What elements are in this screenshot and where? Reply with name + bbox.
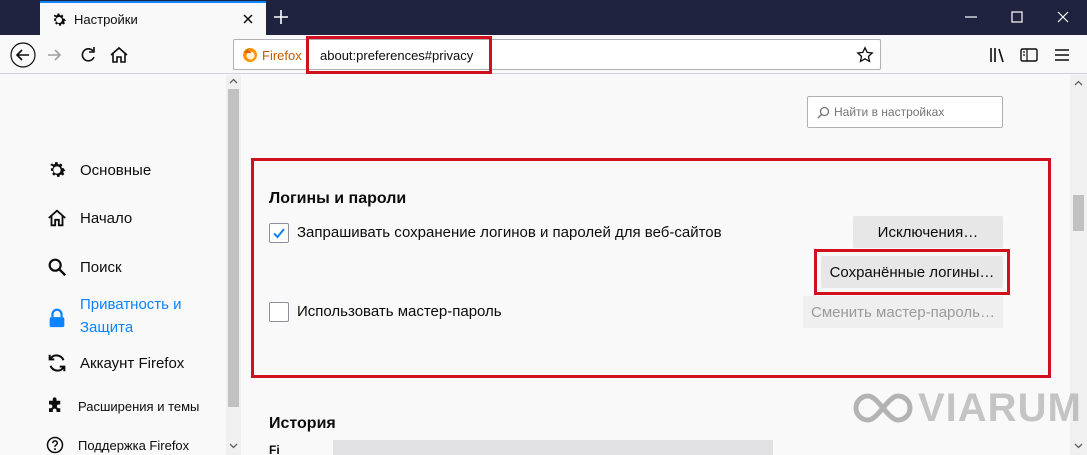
search-icon [48, 258, 67, 277]
sidebar-item-label: Поддержка Firefox [78, 437, 190, 453]
sidebar-item-support[interactable]: Поддержка Firefox [46, 436, 189, 454]
maximize-icon[interactable] [1008, 8, 1026, 26]
tab-title: Настройки [74, 12, 138, 27]
sidebar-item-home[interactable]: Начало [46, 207, 132, 229]
preferences-search-input[interactable]: Найти в настройках [807, 96, 1003, 128]
reload-icon[interactable] [75, 42, 101, 68]
bookmark-star-icon[interactable] [856, 46, 874, 64]
master-password-checkbox[interactable] [269, 302, 289, 322]
history-cut-label: Fi [269, 443, 280, 455]
tab-settings[interactable]: Настройки [40, 1, 266, 35]
sidebar-item-label: Основные [80, 161, 152, 179]
home-icon[interactable] [106, 42, 132, 68]
sidebar-item-label: Поиск [80, 258, 122, 276]
sidebar-item-search[interactable]: Поиск [46, 256, 122, 278]
change-master-password-button[interactable]: Сменить мастер-пароль… [803, 296, 1003, 328]
sidebar-scrollbar[interactable] [226, 75, 241, 455]
back-icon[interactable] [10, 42, 36, 68]
logins-section-title: Логины и пароли [269, 190, 407, 207]
close-window-icon[interactable] [1054, 8, 1072, 26]
gear-icon [50, 162, 66, 177]
sidebar-item-firefox-account[interactable]: Аккаунт Firefox [46, 352, 184, 374]
checkmark-icon [273, 228, 285, 239]
title-bar: Настройки [0, 0, 1087, 35]
scroll-down-icon[interactable] [1074, 441, 1083, 450]
library-icon[interactable] [985, 42, 1011, 68]
home-icon [48, 209, 66, 227]
sidebar-scroll-thumb[interactable] [228, 89, 239, 407]
close-icon[interactable] [240, 11, 256, 27]
ask-to-save-label: Запрашивать сохранение логинов и паролей… [297, 224, 722, 241]
sidebar-item-label: Приватность и [80, 296, 182, 313]
sidebar-icon[interactable] [1016, 42, 1042, 68]
menu-icon[interactable] [1049, 42, 1075, 68]
scroll-up-icon[interactable] [1074, 79, 1083, 88]
new-tab-icon[interactable] [272, 8, 290, 26]
minimize-icon[interactable] [962, 8, 980, 26]
viarum-watermark: VIARUM [850, 388, 1082, 428]
sidebar-item-addons[interactable]: Расширения и темы [46, 397, 199, 415]
sidebar-item-label: Начало [80, 209, 133, 227]
search-icon [817, 106, 830, 119]
sidebar-item-label: Аккаунт Firefox [80, 354, 185, 372]
history-mode-select[interactable] [333, 440, 773, 455]
ask-to-save-checkbox[interactable] [269, 223, 289, 243]
sidebar-item-label: Защита [80, 319, 134, 336]
infinity-logo-icon [853, 393, 913, 423]
saved-logins-highlight-frame [814, 249, 1010, 295]
scroll-down-icon[interactable] [229, 441, 238, 450]
sidebar-item-label: Расширения и темы [78, 398, 200, 414]
scroll-up-icon[interactable] [229, 77, 238, 86]
navigation-bar: Firefox about:preferences#privacy [0, 35, 1087, 74]
url-highlight-frame [306, 36, 492, 74]
history-section-title: История [269, 415, 336, 432]
watermark-text: VIARUM [918, 386, 1082, 430]
sidebar-item-general[interactable]: Основные [46, 159, 151, 181]
search-placeholder: Найти в настройках [834, 105, 945, 119]
exceptions-button[interactable]: Исключения… [853, 216, 1003, 248]
main-scroll-thumb[interactable] [1073, 195, 1084, 231]
firefox-logo-icon [243, 48, 257, 62]
master-password-label: Использовать мастер-пароль [297, 303, 502, 320]
help-icon [46, 436, 64, 454]
browser-window: Настройки Firefox about:preferences#priv… [0, 0, 1087, 455]
lock-icon [49, 308, 65, 328]
sync-icon [48, 354, 66, 372]
sidebar-item-privacy[interactable]: Приватность и Защита [46, 293, 182, 339]
puzzle-icon [49, 397, 61, 412]
gear-icon [53, 13, 67, 26]
identity-label: Firefox [262, 48, 302, 63]
forward-icon[interactable] [42, 42, 68, 68]
preferences-sidebar: Основные Начало Поиск Приватность и Защи… [0, 75, 224, 455]
